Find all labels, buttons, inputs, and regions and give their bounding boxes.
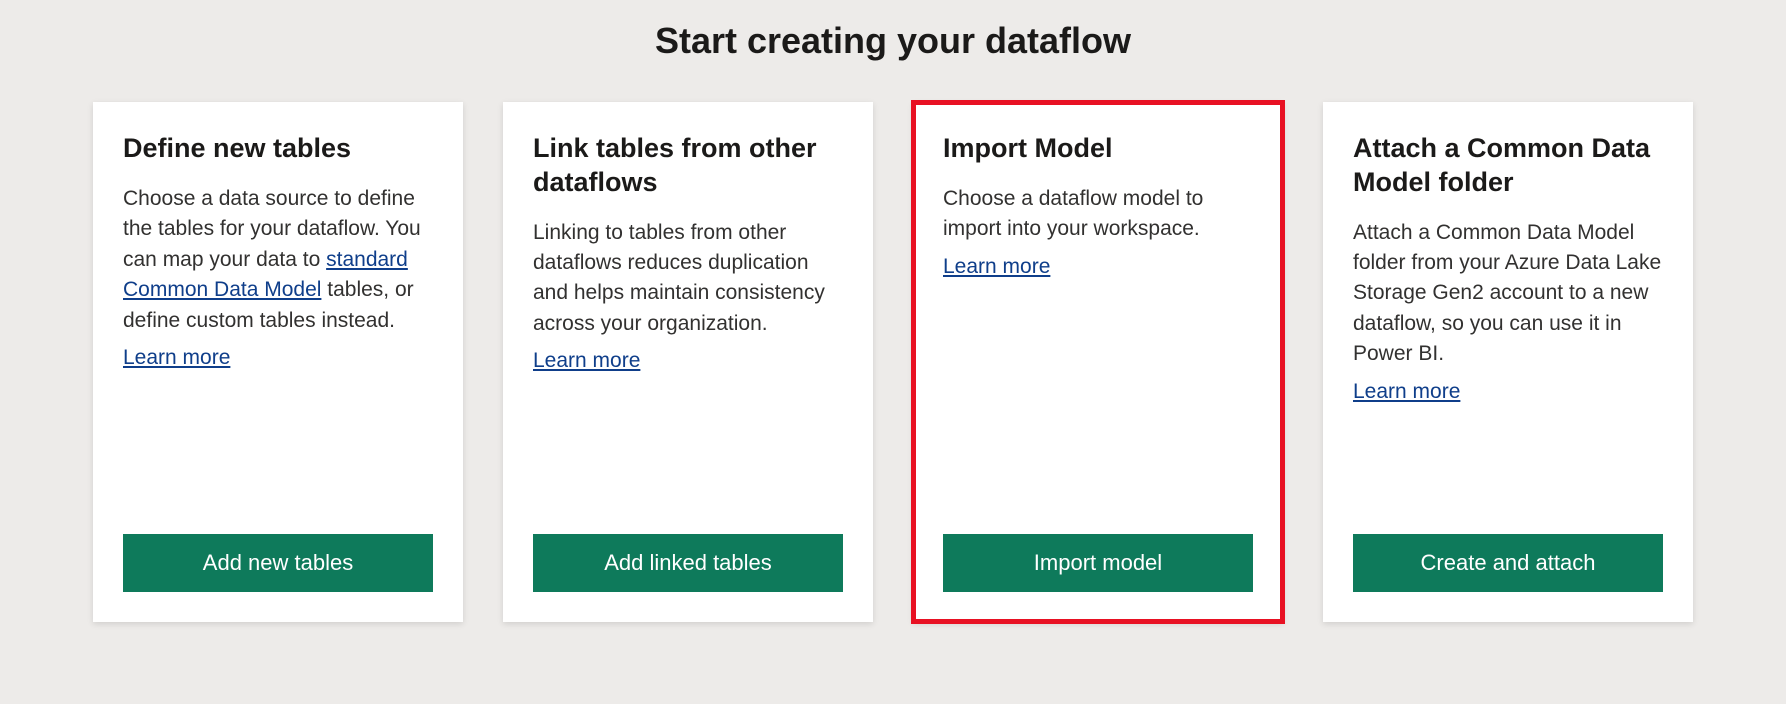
card-desc-pre: Choose a dataflow model to import into y… <box>943 187 1203 240</box>
card-title: Import Model <box>943 132 1253 166</box>
card-link-tables: Link tables from other dataflows Linking… <box>503 102 873 622</box>
card-description: Choose a dataflow model to import into y… <box>943 184 1253 245</box>
learn-more-link[interactable]: Learn more <box>943 255 1050 279</box>
card-define-new-tables: Define new tables Choose a data source t… <box>93 102 463 622</box>
card-title: Define new tables <box>123 132 433 166</box>
add-new-tables-button[interactable]: Add new tables <box>123 534 433 592</box>
card-title: Attach a Common Data Model folder <box>1353 132 1663 200</box>
card-import-model: Import Model Choose a dataflow model to … <box>913 102 1283 622</box>
learn-more-link[interactable]: Learn more <box>123 346 230 370</box>
learn-more-link[interactable]: Learn more <box>533 349 640 373</box>
learn-more-link[interactable]: Learn more <box>1353 380 1460 404</box>
card-desc-pre: Attach a Common Data Model folder from y… <box>1353 221 1661 366</box>
cards-container: Define new tables Choose a data source t… <box>0 102 1786 622</box>
import-model-button[interactable]: Import model <box>943 534 1253 592</box>
card-attach-cdm-folder: Attach a Common Data Model folder Attach… <box>1323 102 1693 622</box>
page-title: Start creating your dataflow <box>0 20 1786 62</box>
add-linked-tables-button[interactable]: Add linked tables <box>533 534 843 592</box>
card-desc-pre: Linking to tables from other dataflows r… <box>533 221 825 335</box>
create-and-attach-button[interactable]: Create and attach <box>1353 534 1663 592</box>
card-description: Linking to tables from other dataflows r… <box>533 218 843 340</box>
card-description: Attach a Common Data Model folder from y… <box>1353 218 1663 370</box>
card-title: Link tables from other dataflows <box>533 132 843 200</box>
card-description: Choose a data source to define the table… <box>123 184 433 336</box>
